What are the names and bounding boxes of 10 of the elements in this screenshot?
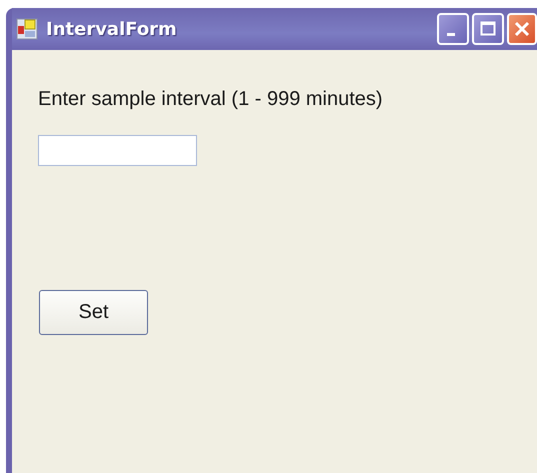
maximize-button[interactable]: [472, 13, 504, 45]
prompt-label: Enter sample interval (1 - 999 minutes): [38, 88, 383, 111]
minimize-button[interactable]: [437, 13, 469, 45]
minimize-icon: [447, 32, 455, 36]
close-button[interactable]: [507, 13, 537, 45]
window-title: IntervalForm: [46, 18, 178, 40]
app-icon: [16, 18, 38, 40]
close-icon: [512, 19, 532, 39]
interval-field[interactable]: [38, 135, 197, 166]
set-button[interactable]: Set: [39, 290, 148, 335]
